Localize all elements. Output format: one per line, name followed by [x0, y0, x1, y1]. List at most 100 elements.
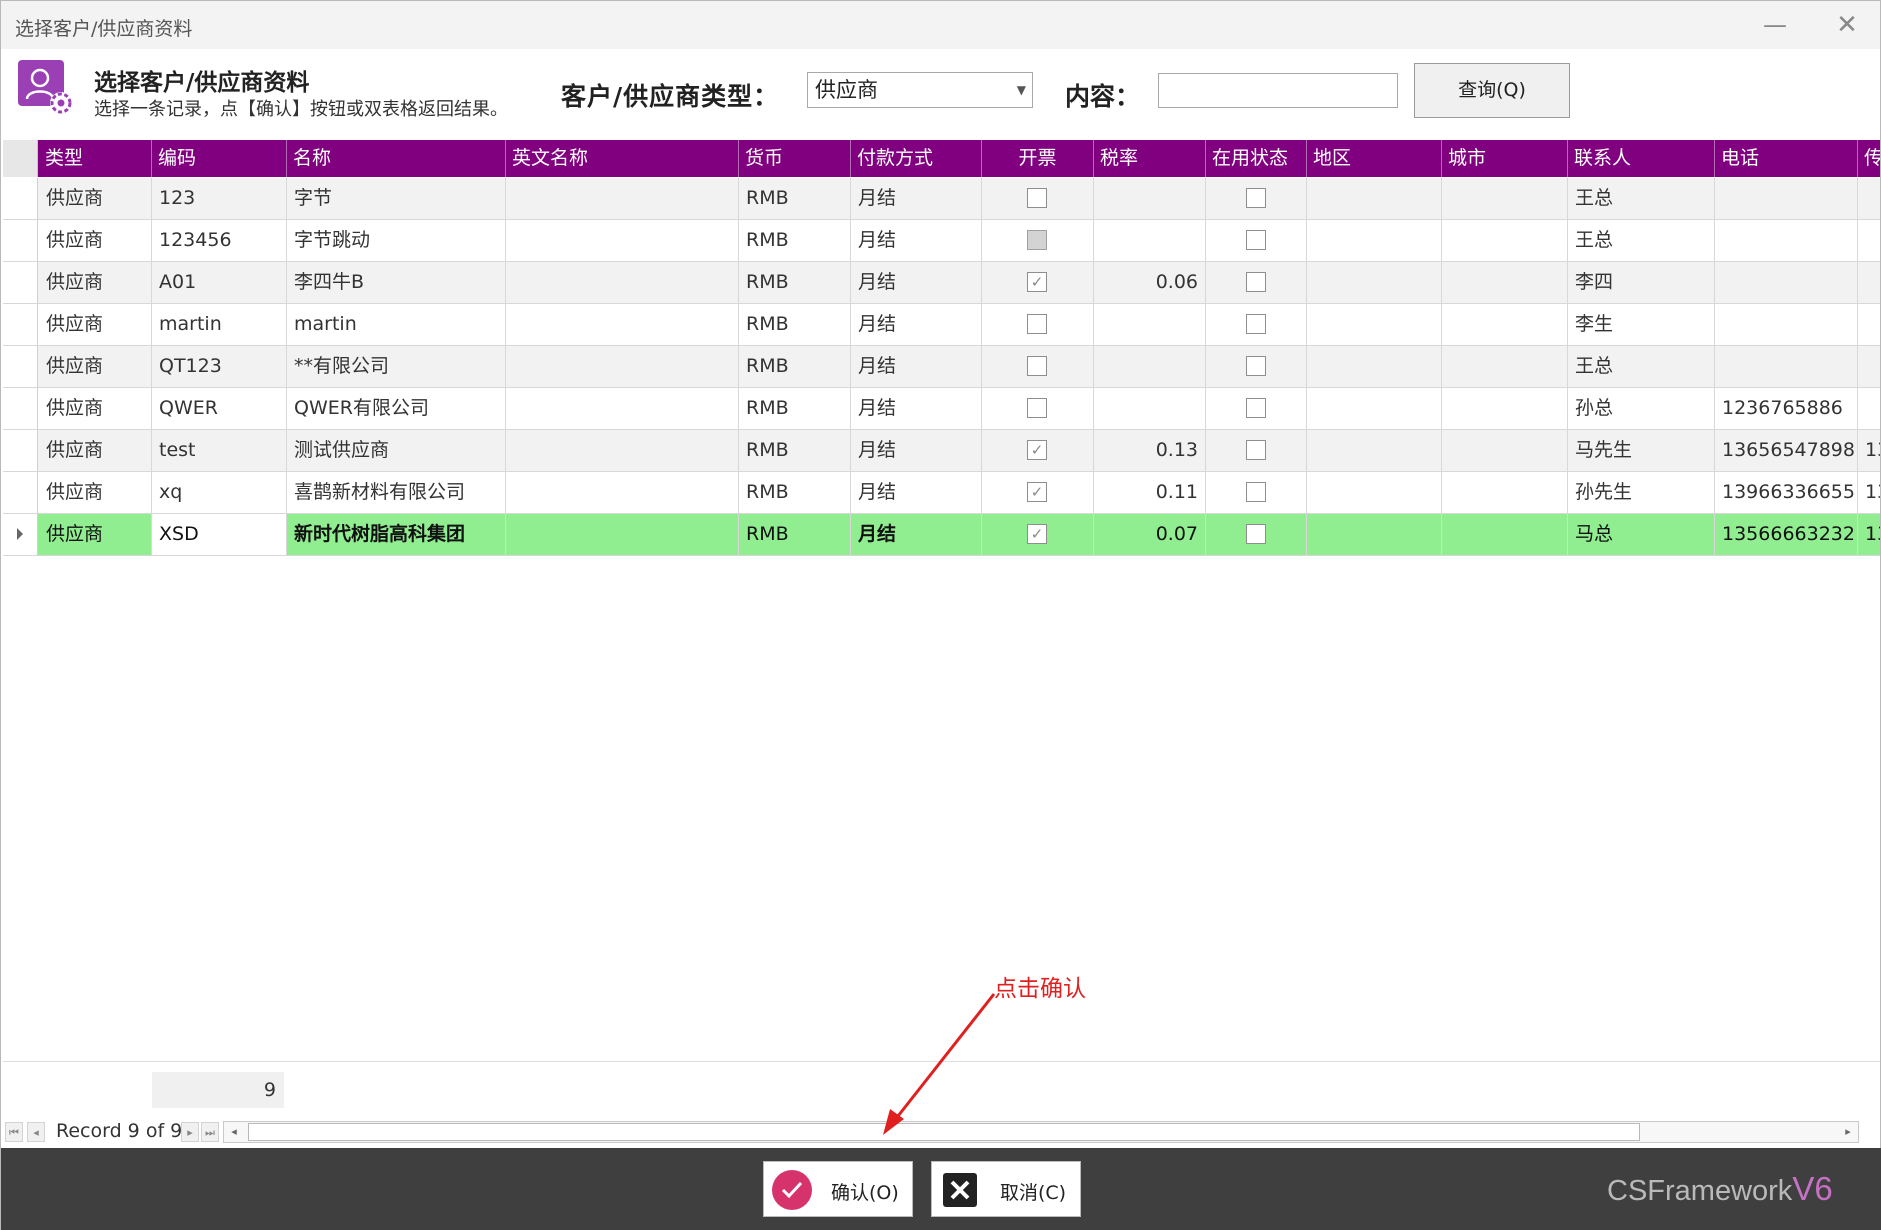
- grid-cell-phone[interactable]: [1715, 220, 1858, 261]
- grid-cell-active[interactable]: [1206, 304, 1307, 345]
- grid-cell-code[interactable]: 123: [152, 178, 287, 219]
- grid-cell-name[interactable]: 测试供应商: [287, 430, 506, 471]
- grid-cell-tax[interactable]: [1094, 388, 1206, 429]
- grid-cell-fax[interactable]: 13: [1858, 514, 1880, 555]
- query-button[interactable]: 查询(Q): [1414, 63, 1570, 118]
- grid-cell-city[interactable]: [1442, 472, 1568, 513]
- grid-cell-invoice[interactable]: [982, 178, 1094, 219]
- grid-cell-currency[interactable]: RMB: [739, 430, 851, 471]
- grid-cell-invoice[interactable]: [982, 388, 1094, 429]
- row-indicator[interactable]: [3, 430, 38, 471]
- table-row[interactable]: 供应商 QWER QWER有限公司 RMB 月结 孙总 1236765886: [3, 388, 1880, 430]
- column-header[interactable]: 联系人: [1568, 140, 1715, 177]
- minimize-button[interactable]: —: [1755, 9, 1795, 41]
- first-record-button[interactable]: ⏮: [5, 1122, 23, 1142]
- grid-cell-contact[interactable]: 王总: [1568, 346, 1715, 387]
- grid-cell-phone[interactable]: [1715, 262, 1858, 303]
- row-indicator[interactable]: [3, 304, 38, 345]
- grid-cell-active[interactable]: [1206, 514, 1307, 555]
- column-header[interactable]: 地区: [1307, 140, 1442, 177]
- grid-cell-city[interactable]: [1442, 262, 1568, 303]
- grid-cell-fax[interactable]: [1858, 178, 1880, 219]
- grid-cell-tax[interactable]: [1094, 178, 1206, 219]
- grid-cell-active[interactable]: [1206, 178, 1307, 219]
- table-row[interactable]: 供应商XSD新时代树脂高科集团 RMB月结 ✓ 0.07 马总1356666323213: [3, 514, 1880, 556]
- grid-cell-city[interactable]: [1442, 346, 1568, 387]
- table-row[interactable]: 供应商 123456 字节跳动 RMB 月结 王总: [3, 220, 1880, 262]
- grid-cell-en[interactable]: [506, 388, 739, 429]
- grid-cell-currency[interactable]: RMB: [739, 262, 851, 303]
- scroll-right-arrow[interactable]: ▸: [1838, 1122, 1858, 1142]
- grid-cell-phone[interactable]: [1715, 346, 1858, 387]
- grid-cell-name[interactable]: 字节跳动: [287, 220, 506, 261]
- grid-cell-pay[interactable]: 月结: [851, 388, 982, 429]
- grid-cell-invoice[interactable]: [982, 220, 1094, 261]
- grid-cell-region[interactable]: [1307, 220, 1442, 261]
- grid-cell-active[interactable]: [1206, 262, 1307, 303]
- active-checkbox[interactable]: [1246, 272, 1266, 292]
- grid-cell-type[interactable]: 供应商: [39, 178, 152, 219]
- grid-cell-tax[interactable]: 0.07: [1094, 514, 1206, 555]
- grid-cell-pay[interactable]: 月结: [851, 346, 982, 387]
- invoice-checkbox[interactable]: [1027, 314, 1047, 334]
- grid-cell-active[interactable]: [1206, 388, 1307, 429]
- grid-cell-region[interactable]: [1307, 430, 1442, 471]
- grid-cell-en[interactable]: [506, 514, 739, 555]
- grid-cell-code[interactable]: QWER: [152, 388, 287, 429]
- row-indicator[interactable]: [3, 262, 38, 303]
- active-checkbox[interactable]: [1246, 188, 1266, 208]
- table-row[interactable]: 供应商 123 字节 RMB 月结 王总: [3, 178, 1880, 220]
- grid-cell-name[interactable]: 新时代树脂高科集团: [287, 514, 506, 555]
- grid-cell-en[interactable]: [506, 346, 739, 387]
- column-header[interactable]: 在用状态: [1206, 140, 1307, 177]
- grid-cell-fax[interactable]: [1858, 346, 1880, 387]
- grid-cell-currency[interactable]: RMB: [739, 514, 851, 555]
- grid-cell-tax[interactable]: 0.13: [1094, 430, 1206, 471]
- active-checkbox[interactable]: [1246, 482, 1266, 502]
- grid-cell-currency[interactable]: RMB: [739, 304, 851, 345]
- grid-cell-name[interactable]: QWER有限公司: [287, 388, 506, 429]
- column-header[interactable]: 付款方式: [851, 140, 982, 177]
- grid-cell-fax[interactable]: [1858, 262, 1880, 303]
- invoice-checkbox[interactable]: [1027, 356, 1047, 376]
- horizontal-scrollbar[interactable]: ◂ ▸: [223, 1121, 1859, 1143]
- grid-cell-contact[interactable]: 孙总: [1568, 388, 1715, 429]
- grid-cell-region[interactable]: [1307, 346, 1442, 387]
- grid-cell-pay[interactable]: 月结: [851, 430, 982, 471]
- column-header[interactable]: 类型: [39, 140, 152, 177]
- grid-cell-en[interactable]: [506, 178, 739, 219]
- row-indicator[interactable]: [3, 346, 38, 387]
- grid-cell-type[interactable]: 供应商: [39, 472, 152, 513]
- grid-cell-region[interactable]: [1307, 388, 1442, 429]
- active-checkbox[interactable]: [1246, 524, 1266, 544]
- column-header[interactable]: 电话: [1715, 140, 1858, 177]
- type-select[interactable]: 供应商 ▼: [807, 72, 1033, 108]
- invoice-checkbox[interactable]: ✓: [1027, 524, 1047, 544]
- grid-cell-contact[interactable]: 马先生: [1568, 430, 1715, 471]
- grid-cell-active[interactable]: [1206, 346, 1307, 387]
- grid-cell-type[interactable]: 供应商: [39, 514, 152, 555]
- active-checkbox[interactable]: [1246, 230, 1266, 250]
- table-row[interactable]: 供应商 A01 李四牛B RMB 月结 ✓ 0.06 李四: [3, 262, 1880, 304]
- column-header[interactable]: 税率: [1094, 140, 1206, 177]
- grid-cell-tax[interactable]: [1094, 304, 1206, 345]
- grid-cell-code[interactable]: xq: [152, 472, 287, 513]
- grid-cell-en[interactable]: [506, 472, 739, 513]
- grid-cell-type[interactable]: 供应商: [39, 262, 152, 303]
- invoice-checkbox[interactable]: [1027, 188, 1047, 208]
- column-header[interactable]: 名称: [287, 140, 506, 177]
- grid-cell-currency[interactable]: RMB: [739, 472, 851, 513]
- grid-cell-fax[interactable]: 13: [1858, 472, 1880, 513]
- grid-cell-name[interactable]: **有限公司: [287, 346, 506, 387]
- grid-cell-code[interactable]: martin: [152, 304, 287, 345]
- grid-cell-phone[interactable]: [1715, 178, 1858, 219]
- row-indicator[interactable]: [3, 388, 38, 429]
- grid-cell-city[interactable]: [1442, 514, 1568, 555]
- grid-cell-fax[interactable]: [1858, 304, 1880, 345]
- invoice-checkbox[interactable]: ✓: [1027, 482, 1047, 502]
- active-checkbox[interactable]: [1246, 314, 1266, 334]
- grid-cell-tax[interactable]: 0.06: [1094, 262, 1206, 303]
- grid-cell-pay[interactable]: 月结: [851, 178, 982, 219]
- column-header[interactable]: 城市: [1442, 140, 1568, 177]
- grid-cell-region[interactable]: [1307, 514, 1442, 555]
